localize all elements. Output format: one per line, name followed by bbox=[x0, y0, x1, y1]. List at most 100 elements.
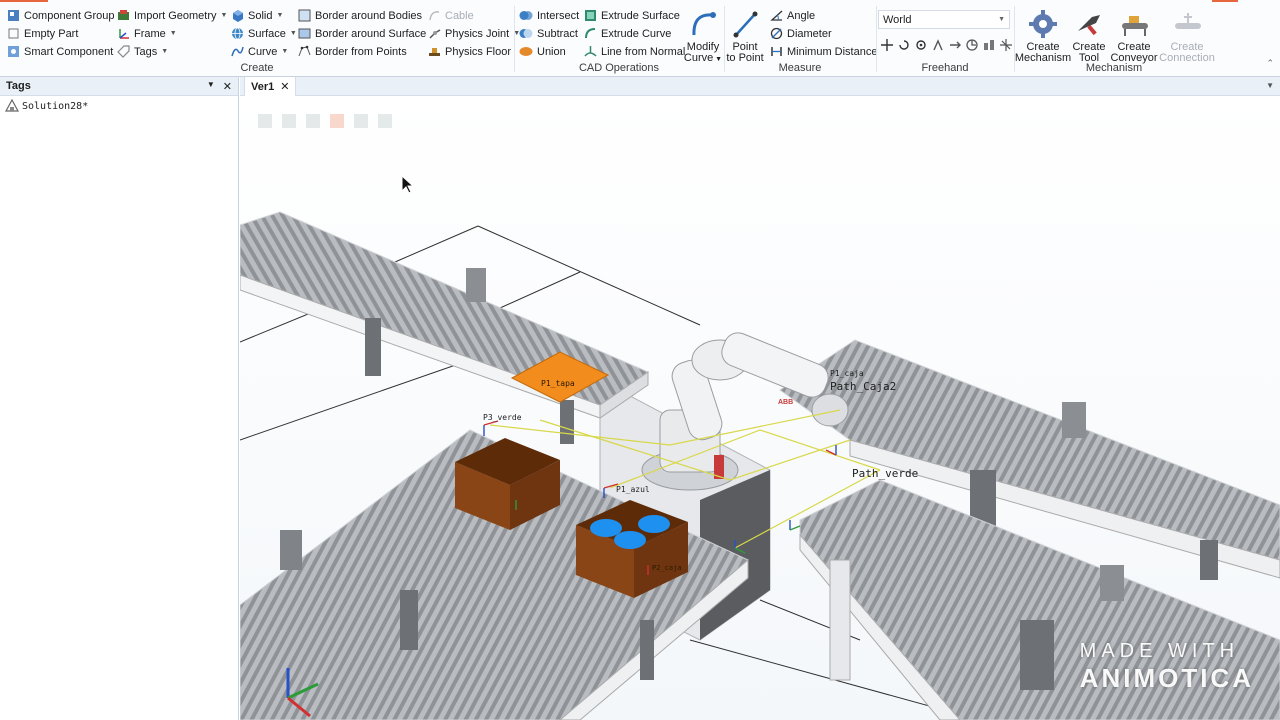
create-connection-button[interactable]: Create Connection bbox=[1159, 8, 1215, 64]
create-conveyor-button[interactable]: Create Conveyor bbox=[1108, 8, 1160, 64]
border-around-bodies-button[interactable]: Border around Bodies bbox=[297, 7, 422, 24]
jog-joint-icon[interactable] bbox=[931, 38, 945, 52]
component-group-button[interactable]: Component Group bbox=[6, 7, 115, 24]
view-snap-icon[interactable] bbox=[282, 114, 296, 128]
point-to-point-icon bbox=[730, 8, 760, 40]
tags-pane: Tags ▼ ✕ Solution28* bbox=[0, 77, 239, 720]
station-icon bbox=[4, 98, 20, 113]
move-joint-icon[interactable] bbox=[914, 38, 928, 52]
svg-text:ABB: ABB bbox=[778, 399, 793, 406]
rotate-icon[interactable] bbox=[897, 38, 911, 52]
line-from-normal-button[interactable]: Line from Normal bbox=[583, 43, 685, 60]
cad-operations-label: CAD Operations bbox=[578, 62, 660, 74]
import-geometry-button[interactable]: Import Geometry ▼ bbox=[116, 7, 227, 24]
floor-icon bbox=[427, 45, 441, 59]
move-icon[interactable] bbox=[880, 38, 894, 52]
chevron-down-icon: ▼ bbox=[281, 48, 289, 55]
jog-linear-icon[interactable] bbox=[948, 38, 962, 52]
modify-curve-icon bbox=[688, 8, 718, 40]
cube-icon bbox=[230, 9, 244, 23]
angle-icon bbox=[769, 9, 783, 23]
border-around-surface-button[interactable]: Border around Surface bbox=[297, 25, 426, 42]
create-tool-button[interactable]: Create Tool bbox=[1072, 8, 1106, 64]
extrude-surface-button[interactable]: Extrude Surface bbox=[583, 7, 680, 24]
cable-button[interactable]: Cable bbox=[427, 7, 474, 24]
view-part-icon[interactable] bbox=[330, 114, 344, 128]
station-scene: ABB P1_tapa P1_caja Path_Caja2 P3_verde … bbox=[240, 211, 1280, 720]
union-icon bbox=[519, 45, 533, 59]
label-path-verde: Path_verde bbox=[852, 467, 918, 480]
extrude-curve-icon bbox=[583, 27, 597, 41]
curve-button[interactable]: Curve ▼ bbox=[230, 43, 288, 60]
measure-group-label: Measure bbox=[778, 62, 822, 74]
freehand-target-icon[interactable] bbox=[999, 38, 1013, 52]
union-button[interactable]: Union bbox=[519, 43, 566, 60]
frame-button[interactable]: Frame ▼ bbox=[116, 25, 177, 42]
chevron-down-icon: ▼ bbox=[289, 30, 297, 37]
point-to-point-button[interactable]: Point to Point bbox=[726, 8, 764, 64]
subtract-button[interactable]: Subtract bbox=[519, 25, 578, 42]
tool-icon bbox=[1074, 8, 1104, 40]
chevron-down-icon: ▼ bbox=[161, 48, 169, 55]
view-frame-icon[interactable] bbox=[378, 114, 392, 128]
frame-icon bbox=[116, 27, 130, 41]
ribbon-accent bbox=[0, 0, 48, 2]
diameter-button[interactable]: Diameter bbox=[769, 25, 832, 42]
extrude-surface-icon bbox=[583, 9, 597, 23]
freehand-group-label: Freehand bbox=[921, 62, 969, 74]
label-p2-caja: P2_caja bbox=[652, 564, 682, 572]
tab-ver1[interactable]: Ver1 ✕ bbox=[244, 77, 297, 96]
border-points-icon bbox=[297, 45, 311, 59]
3d-viewport[interactable]: ABB P1_tapa P1_caja Path_Caja2 P3_verde … bbox=[240, 96, 1280, 720]
reference-frame-select[interactable]: World ▼ bbox=[878, 10, 1010, 29]
component-group-icon bbox=[6, 9, 20, 23]
modify-curve-button[interactable]: Modify Curve ▼ bbox=[683, 8, 723, 65]
mechanism-group: Create Mechanism Create Tool Create Conv… bbox=[1014, 4, 1215, 76]
cable-icon bbox=[427, 9, 441, 23]
angle-button[interactable]: Angle bbox=[769, 7, 815, 24]
close-icon[interactable]: ✕ bbox=[223, 80, 232, 93]
smart-component-button[interactable]: Smart Component bbox=[6, 43, 113, 60]
physics-joint-button[interactable]: Physics Joint ▼ bbox=[427, 25, 520, 42]
multirobot-jog-icon[interactable] bbox=[982, 38, 996, 52]
tags-pane-title: Tags bbox=[6, 80, 31, 92]
create-group: Component Group Empty Part Smart Compone… bbox=[0, 4, 520, 76]
view-select-icon[interactable] bbox=[258, 114, 272, 128]
border-surface-icon bbox=[297, 27, 311, 41]
viewport-toolbar bbox=[258, 114, 392, 128]
smart-component-icon bbox=[6, 45, 20, 59]
extrude-curve-button[interactable]: Extrude Curve bbox=[583, 25, 671, 42]
chevron-down-icon: ▼ bbox=[276, 12, 284, 19]
empty-part-icon bbox=[6, 27, 20, 41]
create-group-label: Create bbox=[240, 62, 274, 74]
physics-floor-button[interactable]: Physics Floor bbox=[427, 43, 511, 60]
jog-reorient-icon[interactable] bbox=[965, 38, 979, 52]
intersect-icon bbox=[519, 9, 533, 23]
normal-line-icon bbox=[583, 45, 597, 59]
pane-options-icon[interactable]: ▼ bbox=[207, 80, 215, 93]
label-path-caja2: Path_Caja2 bbox=[830, 380, 896, 393]
tree-item-solution[interactable]: Solution28* bbox=[0, 96, 238, 116]
ribbon-collapse-button[interactable]: ⌃ bbox=[1266, 58, 1274, 69]
solid-button[interactable]: Solid ▼ bbox=[230, 7, 283, 24]
label-p3-verde: P3_verde bbox=[483, 413, 522, 422]
empty-part-button[interactable]: Empty Part bbox=[6, 25, 78, 42]
globe-icon bbox=[230, 27, 244, 41]
minimum-distance-button[interactable]: Minimum Distance bbox=[769, 43, 877, 60]
create-mechanism-button[interactable]: Create Mechanism bbox=[1015, 8, 1071, 64]
intersect-button[interactable]: Intersect bbox=[519, 7, 579, 24]
tags-button[interactable]: Tags ▼ bbox=[116, 43, 168, 60]
label-p1-caja: P1_caja bbox=[830, 369, 864, 378]
view-measure-icon[interactable] bbox=[354, 114, 368, 128]
chevron-down-icon: ▼ bbox=[220, 12, 228, 19]
conveyor-upper bbox=[240, 211, 650, 444]
border-bodies-icon bbox=[297, 9, 311, 23]
surface-button[interactable]: Surface ▼ bbox=[230, 25, 297, 42]
tab-menu-icon[interactable]: ▼ bbox=[1266, 81, 1274, 90]
view-zoom-icon[interactable] bbox=[306, 114, 320, 128]
chevron-down-icon: ▼ bbox=[169, 30, 177, 37]
border-from-points-button[interactable]: Border from Points bbox=[297, 43, 407, 60]
ribbon-accent bbox=[1212, 0, 1238, 2]
view-tabbar: Ver1 ✕ ▼ bbox=[240, 77, 1280, 96]
close-icon[interactable]: ✕ bbox=[280, 80, 289, 93]
